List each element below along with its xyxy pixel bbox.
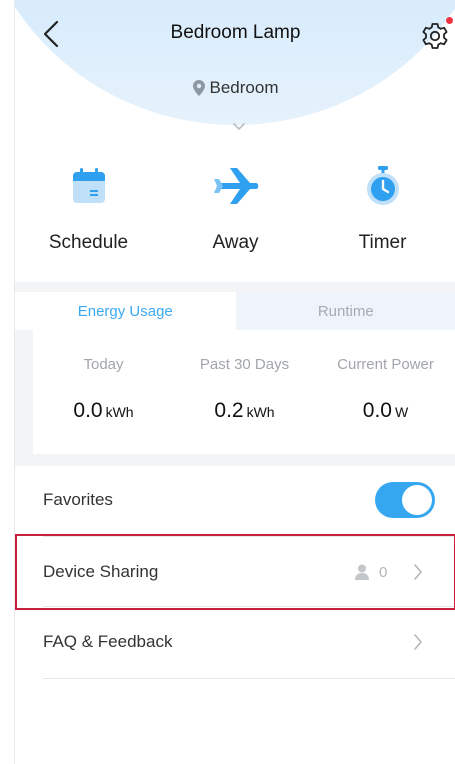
stat-value: 0.0 W xyxy=(362,399,409,422)
timer-button[interactable]: Timer xyxy=(309,158,455,268)
toggle-knob xyxy=(402,485,432,515)
faq-feedback-label: FAQ & Feedback xyxy=(43,632,173,651)
location-label[interactable]: Bedroom xyxy=(15,78,455,98)
schedule-label: Schedule xyxy=(48,232,129,253)
settings-button[interactable] xyxy=(419,20,451,52)
shared-count-text: 0 xyxy=(379,563,388,581)
device-sharing-row[interactable]: Device Sharing 0 xyxy=(15,538,455,606)
section-divider xyxy=(15,282,455,292)
notification-dot xyxy=(446,17,453,24)
chevron-down-icon[interactable] xyxy=(232,122,246,132)
away-label: Away xyxy=(212,232,259,253)
away-button[interactable]: Away xyxy=(162,158,309,268)
location-text: Bedroom xyxy=(209,78,279,97)
header-background xyxy=(15,0,455,125)
energy-tabs: Energy Usage Runtime xyxy=(15,292,455,330)
stat-caption: Today xyxy=(83,356,124,373)
user-icon xyxy=(355,564,369,580)
stat-value: 0.2 kWh xyxy=(214,399,275,422)
location-pin-icon xyxy=(192,80,205,96)
stat-current-power: Current Power 0.0 W xyxy=(315,330,455,454)
timer-label: Timer xyxy=(358,232,407,253)
airplane-icon xyxy=(213,168,258,204)
faq-feedback-row[interactable]: FAQ & Feedback xyxy=(15,608,455,676)
quick-actions: Schedule Away Timer xyxy=(15,158,455,268)
stat-caption: Current Power xyxy=(337,356,434,373)
favorites-toggle[interactable] xyxy=(375,482,435,518)
stats-left-border xyxy=(15,330,33,454)
stopwatch-icon xyxy=(366,166,399,205)
header: Bedroom Lamp Bedroom xyxy=(15,0,455,140)
stat-value: 0.0 kWh xyxy=(73,399,134,422)
device-detail-screen: Bedroom Lamp Bedroom Schedule Away Timer… xyxy=(14,0,455,764)
shared-users-count: 0 xyxy=(355,564,387,581)
gear-icon xyxy=(422,23,448,49)
stat-caption: Past 30 Days xyxy=(199,356,290,373)
stat-past-30-days: Past 30 Days 0.2 kWh xyxy=(174,330,315,454)
calendar-icon xyxy=(72,168,105,203)
chevron-right-icon xyxy=(414,634,422,650)
favorites-label: Favorites xyxy=(43,490,113,509)
schedule-button[interactable]: Schedule xyxy=(15,158,162,268)
tab-energy-usage[interactable]: Energy Usage xyxy=(15,292,236,330)
page-title: Bedroom Lamp xyxy=(170,22,301,43)
stat-today: Today 0.0 kWh xyxy=(33,330,174,454)
chevron-right-icon xyxy=(414,564,422,580)
favorites-row: Favorites xyxy=(15,466,455,534)
row-divider xyxy=(43,678,455,679)
row-divider xyxy=(43,536,455,537)
device-sharing-label: Device Sharing xyxy=(43,562,159,581)
row-divider xyxy=(43,606,455,607)
tab-runtime[interactable]: Runtime xyxy=(235,292,455,330)
energy-stats: Today 0.0 kWh Past 30 Days 0.2 kWh Current… xyxy=(33,330,455,454)
section-divider xyxy=(15,454,455,466)
